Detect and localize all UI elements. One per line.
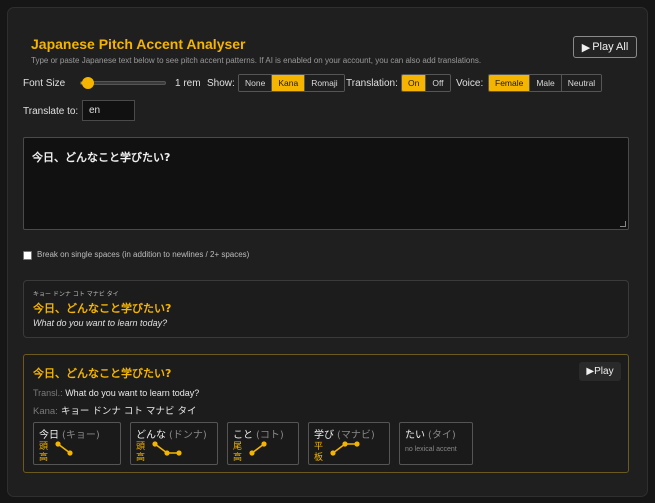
pitch-dot [152, 441, 158, 447]
translation-prefix: Transl.: [33, 388, 63, 398]
pitch-dot [330, 450, 336, 456]
font-size-slider[interactable] [80, 77, 166, 89]
kana-text: キョー ドンナ コト マナビ タイ [60, 406, 197, 417]
word-card-donna[interactable]: どんな (ドンナ) 頭高 [130, 422, 218, 465]
translation-option-on[interactable]: On [402, 75, 427, 91]
preview-japanese: 今日、どんなこと学びたい? [33, 302, 172, 315]
play-icon: ▶ [586, 366, 595, 377]
pitch-graph-icon [55, 441, 73, 456]
pitch-dot [354, 441, 360, 447]
sentence-panel: 今日、どんなこと学びたい? ▶ Play Transl.: What do yo… [23, 354, 629, 473]
pitch-dot [176, 450, 182, 456]
accent-type: 頭高 [39, 442, 49, 463]
play-all-button[interactable]: ▶ Play All [573, 36, 637, 58]
voice-option-neutral[interactable]: Neutral [561, 75, 602, 91]
voice-label: Voice: [456, 78, 484, 89]
pitch-dot [55, 441, 61, 447]
voice-option-female[interactable]: Female [489, 75, 531, 91]
show-option-none[interactable]: None [239, 75, 273, 91]
text-input-value: 今日、どんなこと学びたい? [32, 151, 171, 164]
text-input[interactable]: 今日、どんなこと学びたい? [23, 137, 629, 230]
no-accent-note: no lexical accent [405, 446, 457, 453]
word-card-tai[interactable]: たい (タイ) no lexical accent [399, 422, 473, 465]
accent-type: 平板 [314, 442, 324, 463]
word-reading: (タイ) [428, 430, 456, 441]
show-option-romaji[interactable]: Romaji [305, 75, 344, 91]
pitch-dot [261, 441, 267, 447]
translate-to-label: Translate to: [23, 106, 79, 117]
page-title: Japanese Pitch Accent Analyser [31, 36, 246, 52]
translation-text: What do you want to learn today? [65, 388, 200, 398]
kana-line: Kana: キョー ドンナ コト マナビ タイ [33, 403, 196, 417]
font-size-label: Font Size [23, 78, 66, 89]
page-subtitle: Type or paste Japanese text below to see… [31, 56, 482, 65]
pitch-graph-icon [330, 441, 360, 456]
accent-type: 尾高 [233, 442, 243, 463]
play-label: Play [594, 366, 614, 377]
word-card-koto[interactable]: こと (コト) 尾高 [227, 422, 299, 465]
pitch-dot [249, 450, 255, 456]
pitch-graph-icon [249, 441, 267, 456]
play-icon: ▶ [581, 41, 591, 54]
slider-thumb[interactable] [81, 77, 94, 89]
show-toggle: None Kana Romaji [238, 74, 345, 92]
preview-furigana: キョー ドンナ コト マナビ タイ [33, 291, 119, 298]
play-all-label: Play All [592, 41, 629, 53]
word-text: たい [405, 430, 425, 441]
word-card-manabi[interactable]: 学び (マナビ) 平板 [308, 422, 390, 465]
accent-type: 頭高 [136, 442, 146, 463]
pitch-dot [67, 450, 73, 456]
word-card-kyou[interactable]: 今日 (キョー) 頭高 [33, 422, 121, 465]
show-option-kana[interactable]: Kana [272, 75, 306, 91]
pitch-graph-icon [152, 441, 182, 456]
pitch-dot [342, 441, 348, 447]
translation-toggle: On Off [401, 74, 451, 92]
voice-toggle: Female Male Neutral [488, 74, 603, 92]
voice-option-male[interactable]: Male [530, 75, 562, 91]
sentence-japanese: 今日、どんなこと学びたい? [33, 367, 172, 380]
kana-prefix: Kana: [33, 406, 58, 417]
font-size-value: 1 rem [175, 78, 201, 89]
break-spaces-checkbox[interactable] [23, 251, 32, 260]
word-list: 今日 (キョー) 頭高 どんな (ドンナ) 頭高 こと (コト) 尾高 学び (マナビ)… [33, 422, 473, 465]
resize-handle[interactable] [620, 221, 626, 227]
break-spaces-label: Break on single spaces (in addition to n… [37, 250, 250, 259]
preview-translation: What do you want to learn today? [33, 318, 168, 328]
translation-label: Translation: [346, 78, 398, 89]
show-label: Show: [207, 78, 235, 89]
translation-line: Transl.: What do you want to learn today… [33, 388, 199, 398]
play-sentence-button[interactable]: ▶ Play [579, 362, 621, 381]
translation-option-off[interactable]: Off [426, 75, 450, 91]
translate-to-input[interactable] [82, 100, 135, 121]
pitch-dot [164, 450, 170, 456]
preview-panel: キョー ドンナ コト マナビ タイ 今日、どんなこと学びたい? What do … [23, 280, 629, 338]
